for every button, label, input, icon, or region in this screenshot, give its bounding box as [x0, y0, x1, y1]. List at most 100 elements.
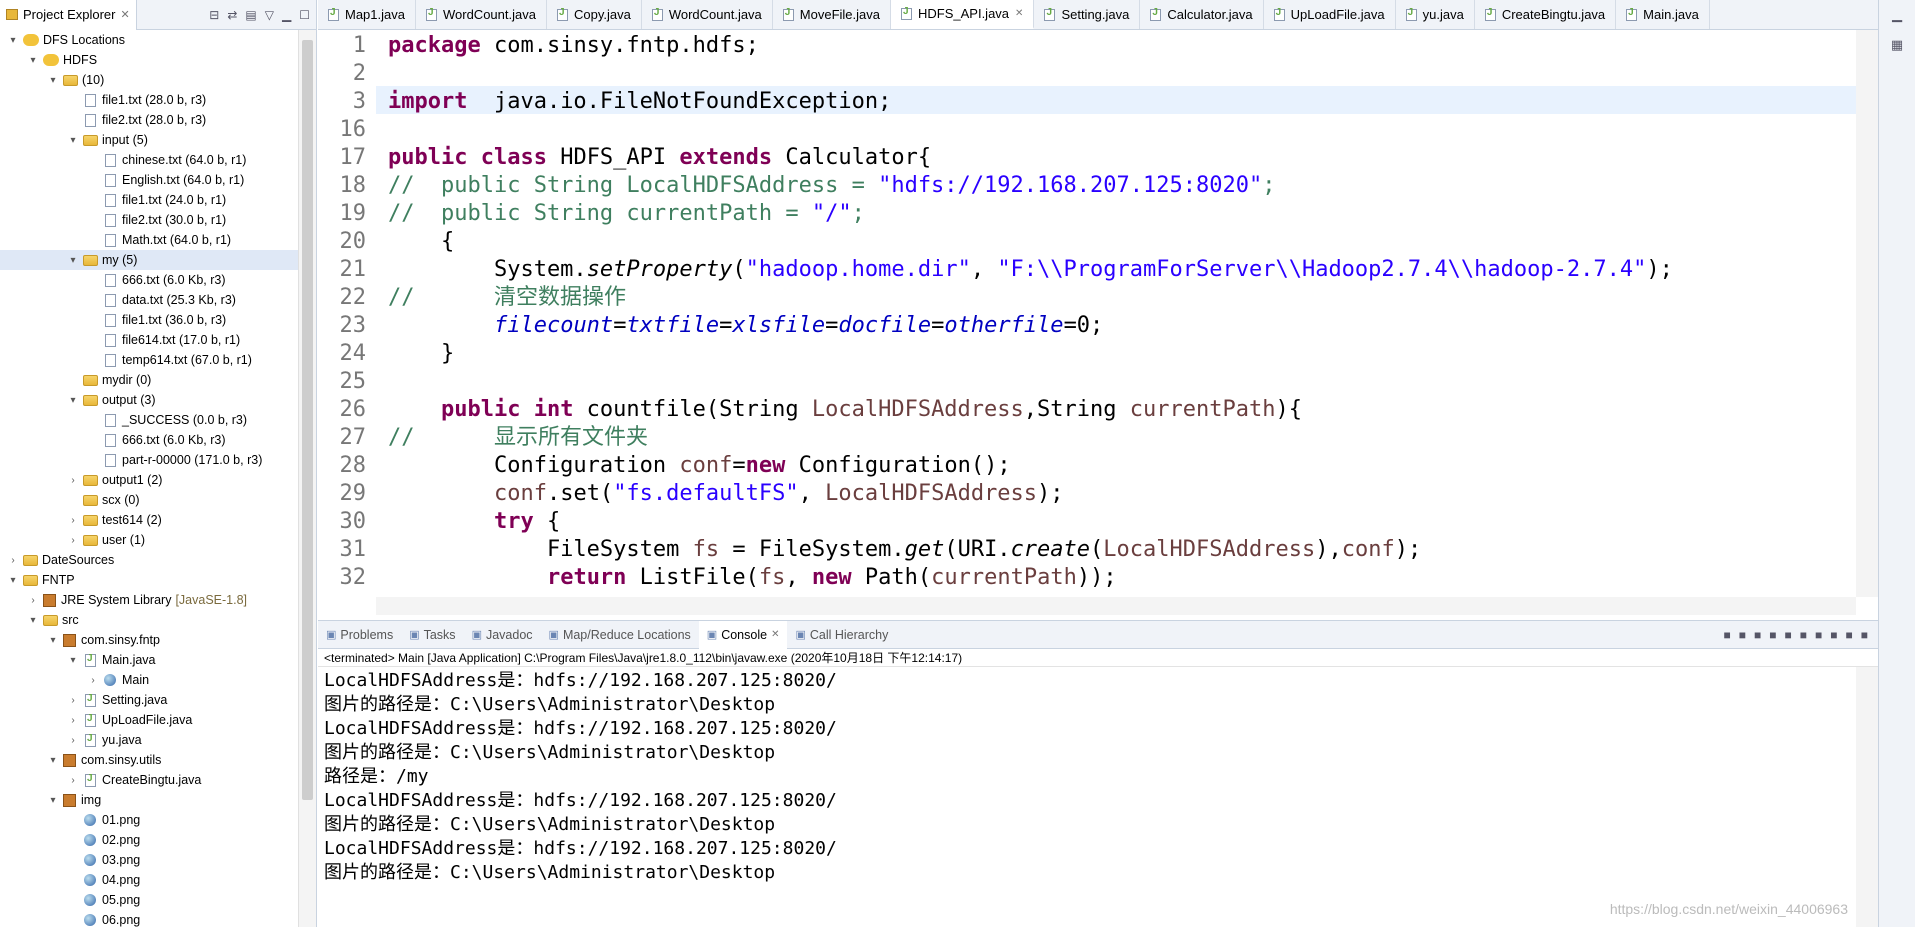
tree-item[interactable]: file2.txt (30.0 b, r1): [0, 210, 298, 230]
tree-item[interactable]: 666.txt (6.0 Kb, r3): [0, 270, 298, 290]
editor-tab[interactable]: yu.java: [1396, 0, 1475, 29]
view-menu-icon[interactable]: ▽: [265, 8, 274, 22]
tree-item[interactable]: 666.txt (6.0 Kb, r3): [0, 430, 298, 450]
twisty-icon[interactable]: ›: [6, 555, 20, 566]
console-tab[interactable]: ▣ Problems: [318, 628, 401, 642]
tree-item[interactable]: 06.png: [0, 910, 298, 927]
editor-tab[interactable]: Setting.java: [1034, 0, 1141, 29]
tree-item[interactable]: ▾ com.sinsy.utils: [0, 750, 298, 770]
tree-item[interactable]: file614.txt (17.0 b, r1): [0, 330, 298, 350]
twisty-icon[interactable]: ›: [26, 595, 40, 606]
console-tab[interactable]: ▣ Console ✕: [698, 620, 788, 649]
twisty-icon[interactable]: ▾: [46, 635, 60, 646]
pin-icon[interactable]: ■: [1800, 628, 1807, 642]
tree-item[interactable]: ▾ (10): [0, 70, 298, 90]
twisty-icon[interactable]: ▾: [46, 755, 60, 766]
link-editor-icon[interactable]: ⇄: [227, 8, 237, 22]
maximize-icon[interactable]: ☐: [299, 8, 310, 22]
console-output[interactable]: LocalHDFSAddress是：hdfs://192.168.207.125…: [324, 669, 1854, 927]
scroll-lock-icon[interactable]: ■: [1769, 628, 1776, 642]
twisty-icon[interactable]: ▾: [66, 135, 80, 146]
minimize-icon[interactable]: ■: [1846, 628, 1853, 642]
tree-item[interactable]: Math.txt (64.0 b, r1): [0, 230, 298, 250]
close-icon[interactable]: ✕: [771, 629, 779, 640]
project-tree-scrollbar[interactable]: [298, 30, 316, 927]
twisty-icon[interactable]: ▾: [66, 655, 80, 666]
tree-item[interactable]: 05.png: [0, 890, 298, 910]
tree-item[interactable]: mydir (0): [0, 370, 298, 390]
tree-item[interactable]: ▾ img: [0, 790, 298, 810]
code-area[interactable]: package com.sinsy.fntp.hdfs; import java.…: [388, 30, 1856, 597]
tree-item[interactable]: 02.png: [0, 830, 298, 850]
tree-item[interactable]: chinese.txt (64.0 b, r1): [0, 150, 298, 170]
tab-project-explorer[interactable]: Project Explorer ✕: [0, 0, 137, 30]
word-wrap-icon[interactable]: ■: [1785, 628, 1792, 642]
tree-item[interactable]: scx (0): [0, 490, 298, 510]
close-icon[interactable]: ✕: [1015, 8, 1023, 19]
tree-item[interactable]: ▾ DFS Locations: [0, 30, 298, 50]
tree-item[interactable]: ▾ output (3): [0, 390, 298, 410]
tree-item[interactable]: ▾ src: [0, 610, 298, 630]
tree-item[interactable]: data.txt (25.3 Kb, r3): [0, 290, 298, 310]
twisty-icon[interactable]: ›: [66, 775, 80, 786]
tree-item[interactable]: › DateSources: [0, 550, 298, 570]
twisty-icon[interactable]: ›: [66, 735, 80, 746]
editor-tab[interactable]: UpLoadFile.java: [1264, 0, 1396, 29]
tree-item[interactable]: file1.txt (28.0 b, r3): [0, 90, 298, 110]
tree-item[interactable]: › output1 (2): [0, 470, 298, 490]
minimize-icon[interactable]: ▁: [282, 8, 291, 22]
tree-item[interactable]: file2.txt (28.0 b, r3): [0, 110, 298, 130]
tree-item[interactable]: › UpLoadFile.java: [0, 710, 298, 730]
editor-horizontal-scrollbar[interactable]: [376, 597, 1856, 615]
filter-icon[interactable]: ▤: [245, 8, 256, 22]
open-console-icon[interactable]: ■: [1830, 628, 1837, 642]
console-scrollbar[interactable]: [1856, 667, 1878, 927]
twisty-icon[interactable]: ›: [86, 675, 100, 686]
perspective-icon[interactable]: ▦: [1879, 30, 1915, 60]
editor-tab[interactable]: WordCount.java: [416, 0, 547, 29]
twisty-icon[interactable]: ›: [66, 515, 80, 526]
tree-item[interactable]: ▾ my (5): [0, 250, 298, 270]
console-tab[interactable]: ▣ Javadoc: [464, 628, 541, 642]
twisty-icon[interactable]: ▾: [46, 75, 60, 86]
tree-item[interactable]: file1.txt (36.0 b, r3): [0, 310, 298, 330]
twisty-icon[interactable]: ▾: [46, 795, 60, 806]
tree-item[interactable]: ▾ com.sinsy.fntp: [0, 630, 298, 650]
tree-item[interactable]: ▾ input (5): [0, 130, 298, 150]
editor-vertical-scrollbar[interactable]: [1856, 30, 1878, 597]
editor-tab[interactable]: CreateBingtu.java: [1475, 0, 1617, 29]
editor-tab[interactable]: WordCount.java: [642, 0, 773, 29]
terminate-icon[interactable]: ■: [1724, 628, 1731, 642]
tree-item[interactable]: ▾ HDFS: [0, 50, 298, 70]
tree-item[interactable]: ▾ Main.java: [0, 650, 298, 670]
console-tab[interactable]: ▣ Call Hierarchy: [787, 628, 896, 642]
tree-item[interactable]: English.txt (64.0 b, r1): [0, 170, 298, 190]
twisty-icon[interactable]: ▾: [66, 395, 80, 406]
tree-item[interactable]: temp614.txt (67.0 b, r1): [0, 350, 298, 370]
remove-launch-icon[interactable]: ■: [1739, 628, 1746, 642]
twisty-icon[interactable]: ›: [66, 715, 80, 726]
twisty-icon[interactable]: ▾: [6, 575, 20, 586]
tree-item[interactable]: 04.png: [0, 870, 298, 890]
twisty-icon[interactable]: ›: [66, 535, 80, 546]
tree-item[interactable]: › user (1): [0, 530, 298, 550]
twisty-icon[interactable]: ›: [66, 695, 80, 706]
tree-item[interactable]: › Main: [0, 670, 298, 690]
console-tab[interactable]: ▣ Tasks: [401, 628, 463, 642]
tree-item[interactable]: › test614 (2): [0, 510, 298, 530]
close-icon[interactable]: ✕: [120, 8, 129, 21]
minimize-icon[interactable]: ▁: [1879, 0, 1915, 30]
editor-tab[interactable]: Calculator.java: [1140, 0, 1264, 29]
tree-item[interactable]: › CreateBingtu.java: [0, 770, 298, 790]
tree-item[interactable]: file1.txt (24.0 b, r1): [0, 190, 298, 210]
tree-item[interactable]: 01.png: [0, 810, 298, 830]
collapse-all-icon[interactable]: ⊟: [209, 8, 219, 22]
display-console-icon[interactable]: ■: [1815, 628, 1822, 642]
tree-item[interactable]: _SUCCESS (0.0 b, r3): [0, 410, 298, 430]
editor-tab[interactable]: Copy.java: [547, 0, 642, 29]
editor-tab[interactable]: Map1.java: [318, 0, 416, 29]
tree-item[interactable]: › Setting.java: [0, 690, 298, 710]
tree-item[interactable]: part-r-00000 (171.0 b, r3): [0, 450, 298, 470]
remove-all-icon[interactable]: ■: [1754, 628, 1761, 642]
tree-item[interactable]: › yu.java: [0, 730, 298, 750]
